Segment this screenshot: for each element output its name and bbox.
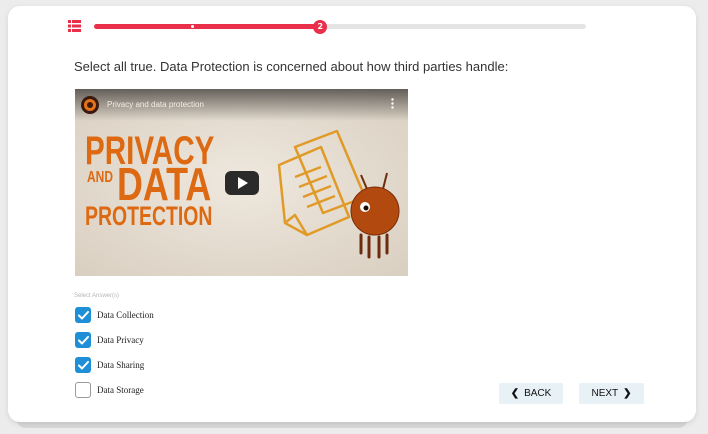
back-button[interactable]: ❮ BACK <box>499 383 563 404</box>
progress-bar: 2 <box>94 19 586 34</box>
next-button[interactable]: NEXT ❯ <box>579 383 644 404</box>
checkmark-icon <box>77 360 89 369</box>
option-label: Data Privacy <box>97 335 144 345</box>
video-text-and: AND <box>87 169 114 186</box>
option-label: Data Sharing <box>97 360 145 370</box>
checkbox[interactable] <box>75 307 91 323</box>
option-data-storage[interactable]: Data Storage <box>75 382 144 398</box>
back-button-label: BACK <box>524 388 552 399</box>
video-title[interactable]: Privacy and data protection <box>107 100 204 109</box>
checkbox[interactable] <box>75 382 91 398</box>
option-data-sharing[interactable]: Data Sharing <box>75 357 144 373</box>
checkmark-icon <box>77 310 89 319</box>
option-data-collection[interactable]: Data Collection <box>75 307 154 323</box>
video-player[interactable]: PRIVACY AND DATA PROTECTION Privacy and … <box>75 89 408 276</box>
option-data-privacy[interactable]: Data Privacy <box>75 332 144 348</box>
video-text-protection: PROTECTION <box>85 201 213 231</box>
checkbox[interactable] <box>75 332 91 348</box>
quiz-card: 2 Select all true. Data Protection is co… <box>8 6 696 422</box>
option-label: Data Storage <box>97 385 144 395</box>
progress-fill <box>94 24 321 29</box>
checkbox[interactable] <box>75 357 91 373</box>
progress-step-marker: 2 <box>313 19 328 34</box>
channel-avatar[interactable] <box>81 96 99 114</box>
question-text: Select all true. Data Protection is conc… <box>74 59 509 74</box>
next-button-label: NEXT <box>591 388 619 399</box>
more-options-icon[interactable] <box>391 98 394 109</box>
channel-logo-icon <box>84 99 96 111</box>
option-label: Data Collection <box>97 310 154 320</box>
list-menu-icon[interactable] <box>68 20 81 32</box>
answers-label: Select Answer(s) <box>74 293 120 299</box>
chevron-right-icon: ❯ <box>623 388 632 399</box>
document-bug-illustration <box>277 129 400 259</box>
chevron-left-icon: ❮ <box>510 388 520 399</box>
play-button-icon[interactable] <box>225 171 259 195</box>
progress-tick <box>191 25 194 28</box>
checkmark-icon <box>77 335 89 344</box>
